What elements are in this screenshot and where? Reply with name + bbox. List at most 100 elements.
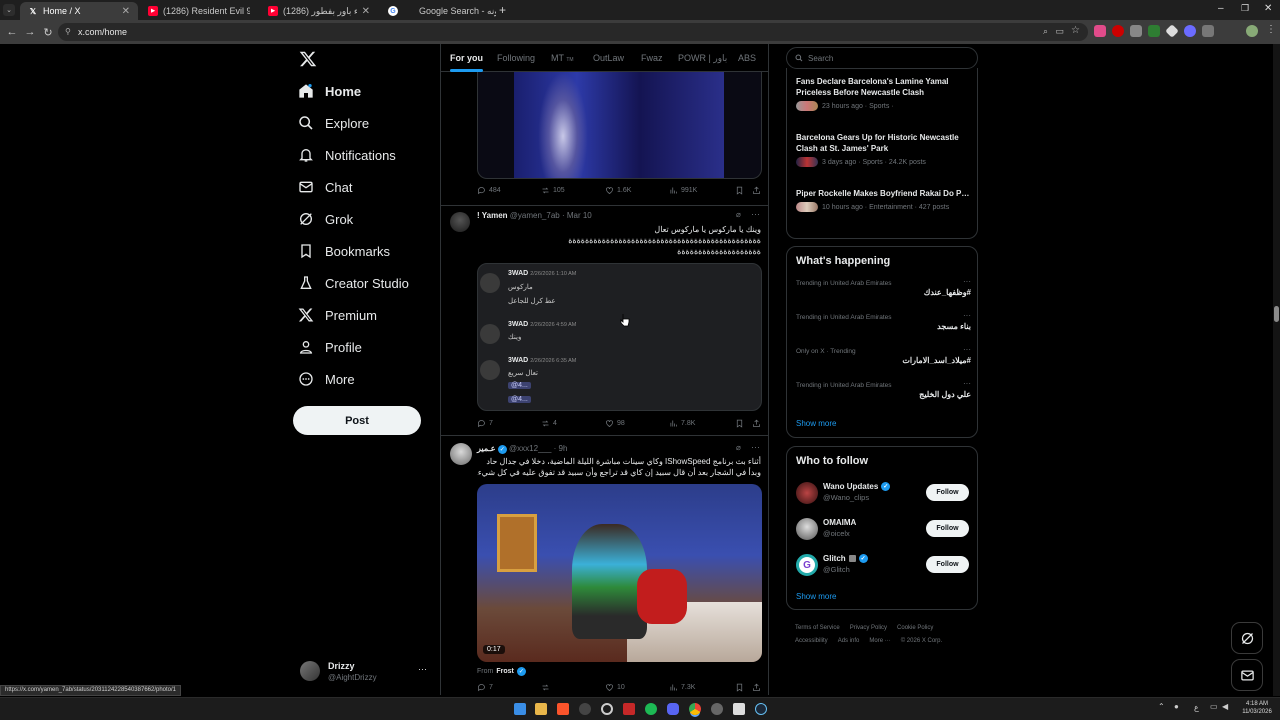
show-more-link[interactable]: Show more <box>796 419 836 428</box>
more-icon[interactable]: ··· <box>751 442 760 452</box>
clock[interactable]: 4:18 AM 11/03/2026 <box>1239 700 1275 716</box>
x-logo-icon[interactable] <box>299 50 317 68</box>
volume-icon[interactable]: ◀ <box>1222 702 1228 711</box>
more-icon[interactable]: ··· <box>963 379 971 388</box>
windows-start-icon[interactable] <box>514 703 526 715</box>
extensions-puzzle-icon[interactable] <box>1202 25 1214 37</box>
nav-more[interactable]: More <box>298 366 355 392</box>
network-icon[interactable]: ▭ <box>1210 702 1218 711</box>
back-button[interactable]: ← <box>3 23 21 41</box>
share-button[interactable] <box>752 186 761 195</box>
reply-button[interactable]: 7 <box>477 683 493 692</box>
browser-menu-icon[interactable]: ⋮ <box>1266 24 1276 35</box>
close-icon[interactable]: ✕ <box>122 6 130 17</box>
zoom-icon[interactable]: ⌕ <box>1043 26 1048 37</box>
tab-list-button[interactable]: ⌄ <box>3 4 15 16</box>
steam-icon[interactable] <box>755 703 767 715</box>
app-icon[interactable] <box>601 703 613 715</box>
extension-icon[interactable] <box>1130 25 1142 37</box>
grok-float-button[interactable] <box>1231 622 1263 654</box>
brave-icon[interactable] <box>557 703 569 715</box>
tab-youtube-1[interactable]: ▶ (1286) Resident Evil 9 Requiem <box>140 2 258 20</box>
nav-chat[interactable]: Chat <box>298 174 352 200</box>
follow-button[interactable]: Follow <box>926 520 969 537</box>
keyboard-language[interactable]: ع <box>1194 703 1199 712</box>
footer-link[interactable]: Ads info <box>838 638 860 644</box>
like-button[interactable]: 10 <box>605 683 625 692</box>
repost-button[interactable]: 105 <box>541 186 565 195</box>
microphone-icon[interactable]: ● <box>1174 702 1179 711</box>
bookmark-button[interactable] <box>735 683 744 692</box>
source-name[interactable]: Frost <box>496 668 514 675</box>
more-icon[interactable]: ··· <box>963 311 971 320</box>
news-item[interactable]: Barcelona Gears Up for Historic Newcastl… <box>796 132 972 167</box>
reply-button[interactable]: 484 <box>477 186 501 195</box>
author-name[interactable]: ! Yamen <box>477 211 508 220</box>
follow-button[interactable]: Follow <box>926 484 969 501</box>
search-input[interactable]: Search <box>786 47 978 69</box>
nav-profile[interactable]: Profile <box>298 334 362 360</box>
nav-bookmarks[interactable]: Bookmarks <box>298 238 390 264</box>
tray-expand-icon[interactable]: ⌃ <box>1158 702 1165 711</box>
scrollbar-thumb[interactable] <box>1274 306 1279 322</box>
extension-icon[interactable] <box>1148 25 1160 37</box>
discord-icon[interactable] <box>667 703 679 715</box>
share-button[interactable] <box>752 419 761 428</box>
views-button[interactable]: 991K <box>669 186 697 195</box>
views-button[interactable]: 7.3K <box>669 683 695 692</box>
tab-powr[interactable]: POWR | باور <box>678 53 727 64</box>
post[interactable]: عـمير ✓ @xxx12___ · 9h ⌀ ··· أثناء بث بر… <box>441 436 768 695</box>
tab-for-you[interactable]: For you <box>450 53 483 72</box>
like-button[interactable]: 98 <box>605 419 625 428</box>
tab-youtube-2[interactable]: ▶ (1286) مأجات امشاء باور بفطور ✕ <box>260 2 378 20</box>
account-switcher[interactable]: Drizzy @AightDrizzy ··· <box>298 658 432 686</box>
post-media[interactable] <box>477 72 762 179</box>
bookmark-button[interactable] <box>735 186 744 195</box>
reload-button[interactable]: ↻ <box>39 23 57 41</box>
nav-grok[interactable]: Grok <box>298 206 353 232</box>
nav-home[interactable]: Home <box>298 78 361 104</box>
trend-item[interactable]: Trending in United Arab Emirates ··· بنا… <box>796 311 971 331</box>
nav-premium[interactable]: Premium <box>298 302 377 328</box>
bookmark-button[interactable] <box>735 419 744 428</box>
more-icon[interactable]: ··· <box>963 345 971 354</box>
window-close-button[interactable]: ✕ <box>1264 3 1272 14</box>
follow-suggestion[interactable]: OMAIMA @oicelx Follow <box>787 516 977 542</box>
news-item[interactable]: Piper Rockelle Makes Boyfriend Rakai Do … <box>796 188 972 212</box>
spotify-icon[interactable] <box>645 703 657 715</box>
trend-item[interactable]: Only on X · Trending ··· #ميلاد_اسد_الام… <box>796 345 971 365</box>
footer-link[interactable]: Cookie Policy <box>897 625 933 631</box>
file-explorer-icon[interactable] <box>535 703 547 715</box>
author-handle[interactable]: @xxx12___ <box>509 444 551 453</box>
reply-button[interactable]: 7 <box>477 419 493 428</box>
more-icon[interactable]: ··· <box>963 277 971 286</box>
post-image[interactable]: 3WAD 2/26/2026 1:10 AM ماركوس عط كرل للج… <box>477 263 762 411</box>
post-video[interactable]: 0:17 <box>477 484 762 662</box>
post-button[interactable]: Post <box>293 406 421 435</box>
follow-suggestion[interactable]: G Glitch ✓ @Glitch Follow <box>787 552 977 578</box>
like-button[interactable]: 1.6K <box>605 186 631 195</box>
extension-icon[interactable] <box>1094 25 1106 37</box>
avatar[interactable] <box>450 443 472 465</box>
views-button[interactable]: 7.8K <box>669 419 695 428</box>
nav-explore[interactable]: Explore <box>298 110 369 136</box>
follow-suggestion[interactable]: Wano Updates ✓ @Wano_clips Follow <box>787 480 977 506</box>
messages-float-button[interactable] <box>1231 659 1263 691</box>
author-handle[interactable]: @yamen_7ab <box>510 211 560 220</box>
app-icon[interactable] <box>579 703 591 715</box>
more-icon[interactable]: ··· <box>751 209 760 219</box>
author-name[interactable]: عـمير <box>477 444 496 453</box>
forward-button[interactable]: → <box>21 23 39 41</box>
nav-notifications[interactable]: Notifications <box>298 142 396 168</box>
new-tab-button[interactable]: + <box>499 3 506 17</box>
footer-link[interactable]: More ··· <box>869 638 890 644</box>
footer-link[interactable]: Privacy Policy <box>850 625 887 631</box>
avatar[interactable] <box>450 212 470 232</box>
repost-button[interactable]: 4 <box>541 419 557 428</box>
site-info-icon[interactable]: ⚲ <box>65 27 71 36</box>
grok-icon[interactable]: ⌀ <box>736 443 741 452</box>
share-button[interactable] <box>752 683 761 692</box>
tab-fwaz[interactable]: Fwaz <box>641 53 663 63</box>
extension-icon[interactable] <box>1165 24 1179 38</box>
app-icon[interactable] <box>623 703 635 715</box>
